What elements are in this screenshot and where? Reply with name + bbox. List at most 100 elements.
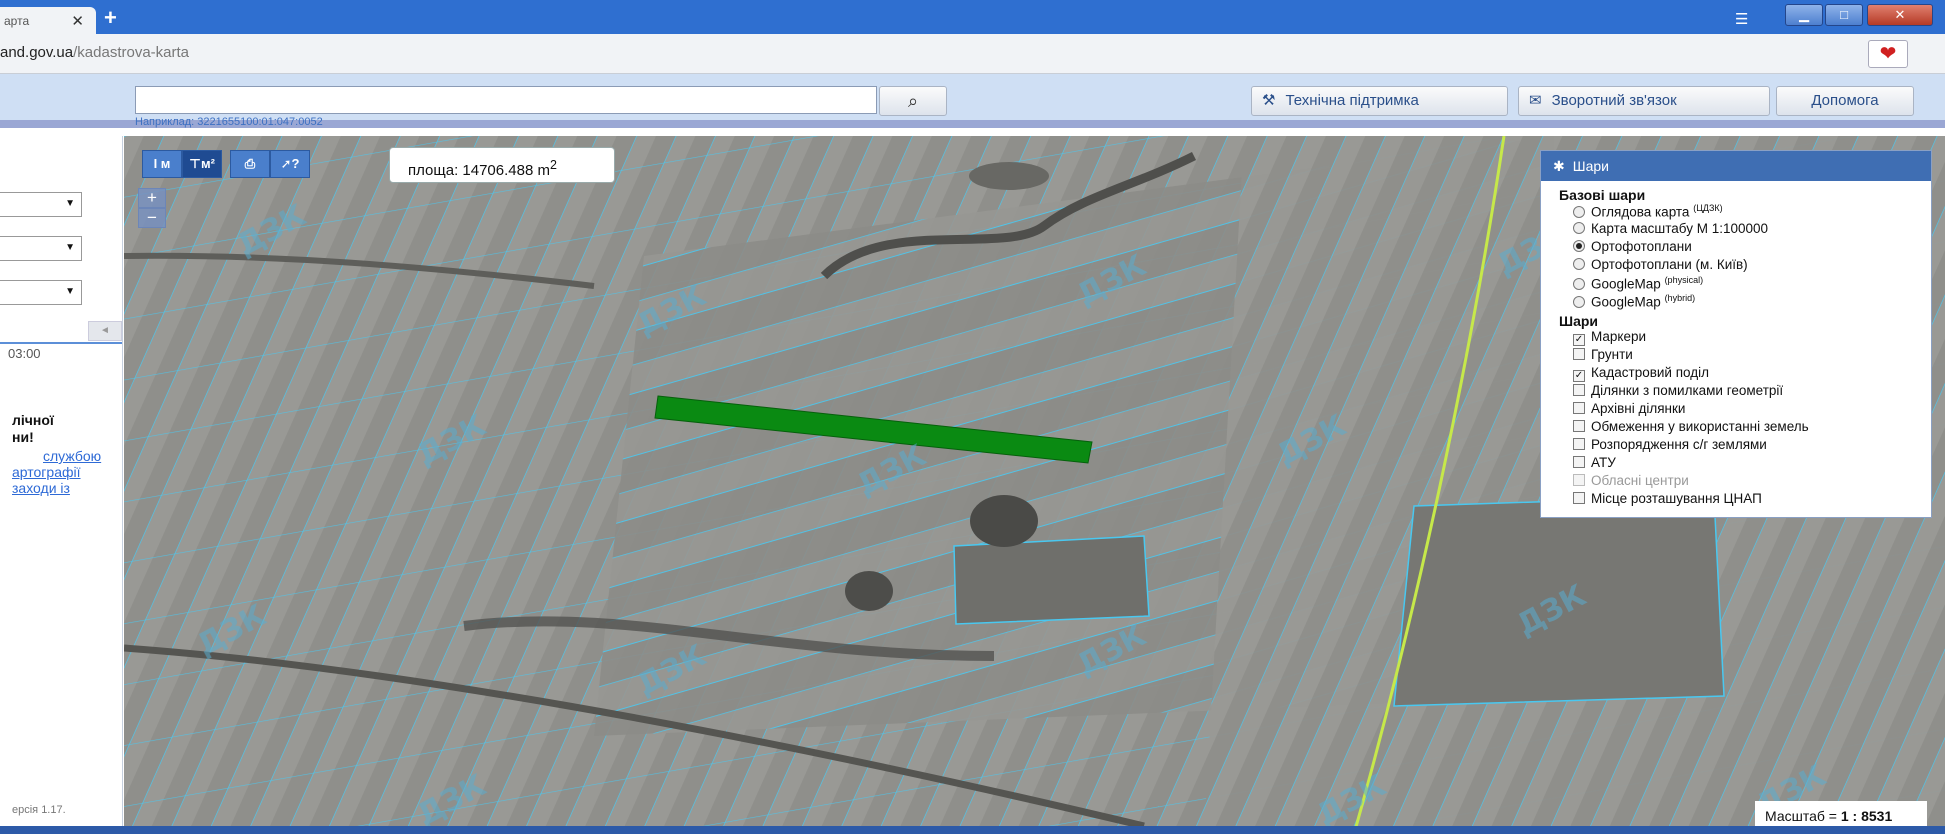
base-layers-list: Оглядова карта (ЦДЗК) Карта масштабу М 1:… bbox=[1541, 203, 1931, 311]
base-layer-note: (hybrid) bbox=[1664, 293, 1696, 303]
overlay-layer-label: Архівні ділянки bbox=[1591, 401, 1686, 416]
checkbox-checked[interactable]: ✓ bbox=[1573, 370, 1585, 382]
print-icon[interactable]: ⎙ bbox=[230, 150, 270, 178]
base-layer-note: (ЦДЗК) bbox=[1693, 203, 1723, 213]
measure-distance-button[interactable]: I м bbox=[142, 150, 182, 178]
checkbox[interactable] bbox=[1573, 348, 1585, 360]
overlay-layer-option[interactable]: АТУ bbox=[1573, 455, 1931, 473]
notice-link-1[interactable]: службою bbox=[43, 448, 101, 464]
address-bar[interactable]: and.gov.ua/kadastrova-karta ❤ bbox=[0, 34, 1945, 74]
maximize-button[interactable]: □ bbox=[1825, 4, 1863, 26]
overlay-layer-option: Обласні центри bbox=[1573, 473, 1931, 491]
checkbox[interactable] bbox=[1573, 384, 1585, 396]
search-icon: ⌕ bbox=[907, 91, 919, 111]
base-layer-option[interactable]: GoogleMap (physical) bbox=[1573, 275, 1931, 293]
overlay-layer-option[interactable]: Архівні ділянки bbox=[1573, 401, 1931, 419]
tech-support-label: Технічна підтримка bbox=[1285, 92, 1419, 109]
base-layer-note: (physical) bbox=[1664, 275, 1704, 285]
base-layer-option[interactable]: Карта масштабу М 1:100000 bbox=[1573, 221, 1931, 239]
feedback-button[interactable]: ✉ Зворотний зв'язок bbox=[1518, 86, 1770, 116]
chevron-down-icon: ▼ bbox=[65, 198, 75, 209]
overlay-layers-title: Шари bbox=[1559, 313, 1599, 329]
tab-close-icon[interactable]: ✕ bbox=[71, 12, 84, 30]
overlay-layers-list: ✓ Маркери Грунти ✓ Кадастровий поділ Ділянки … bbox=[1541, 329, 1931, 509]
checkbox[interactable] bbox=[1573, 438, 1585, 450]
version-text: ерсія 1.17. bbox=[12, 804, 66, 816]
collapse-panel-button[interactable]: ◄ bbox=[88, 321, 122, 341]
close-button[interactable]: ✕ bbox=[1867, 4, 1933, 26]
chevron-down-icon: ▼ bbox=[65, 242, 75, 253]
base-layer-option[interactable]: Оглядова карта (ЦДЗК) bbox=[1573, 203, 1931, 221]
checkbox[interactable] bbox=[1573, 456, 1585, 468]
radio-button[interactable] bbox=[1573, 295, 1585, 308]
new-tab-button[interactable]: + bbox=[104, 5, 117, 31]
gear-icon: ✱ bbox=[1553, 158, 1565, 174]
notice-link-2[interactable]: артографії bbox=[12, 464, 81, 480]
layers-header[interactable]: ✱ Шари bbox=[1541, 151, 1931, 181]
url-text[interactable]: and.gov.ua/kadastrova-karta bbox=[0, 44, 189, 61]
overlay-layer-option[interactable]: Грунти bbox=[1573, 347, 1931, 365]
dropdown-district[interactable]: ▼ bbox=[0, 236, 82, 261]
checkbox[interactable] bbox=[1573, 402, 1585, 414]
left-panel: ▼ ▼ ▼ ◄ 03:00 лічної ни! службою артогра… bbox=[0, 136, 123, 834]
radio-button[interactable] bbox=[1573, 240, 1585, 252]
url-path: /kadastrova-karta bbox=[73, 44, 190, 61]
zoom-out-button[interactable]: − bbox=[138, 208, 166, 228]
checkbox[interactable] bbox=[1573, 492, 1585, 504]
layers-panel: ✱ Шари Базові шари Оглядова карта (ЦДЗК) К… bbox=[1540, 150, 1932, 518]
measure-area-button[interactable]: ⊤м² bbox=[182, 150, 222, 178]
browser-tab-bar: арта ✕ + ☰ ▁ □ ✕ bbox=[0, 0, 1945, 34]
radio-button[interactable] bbox=[1573, 205, 1585, 218]
tab-title: арта bbox=[4, 14, 30, 28]
heart-icon[interactable]: ❤ bbox=[1868, 40, 1908, 68]
menu-icon[interactable]: ☰ bbox=[1735, 10, 1748, 28]
search-hint: Наприклад: 3221655100:01:047:0052 bbox=[135, 116, 323, 128]
checkbox[interactable] bbox=[1573, 420, 1585, 432]
help-button[interactable]: Допомога bbox=[1776, 86, 1914, 116]
overlay-layer-label: Грунти bbox=[1591, 347, 1633, 362]
overlay-layer-label: Маркери bbox=[1591, 329, 1647, 344]
overlay-layer-label: Розпорядження с/г землями bbox=[1591, 437, 1767, 452]
radio-button[interactable] bbox=[1573, 258, 1585, 270]
overlay-layer-option[interactable]: Розпорядження с/г землями bbox=[1573, 437, 1931, 455]
feedback-label: Зворотний зв'язок bbox=[1551, 92, 1677, 109]
search-button[interactable]: ⌕ bbox=[879, 86, 947, 116]
base-layer-label: Карта масштабу М 1:100000 bbox=[1591, 221, 1769, 236]
overlay-layer-label: Ділянки з помилками геометрії bbox=[1591, 383, 1784, 398]
overlay-layer-label: Місце розташування ЦНАП bbox=[1591, 491, 1762, 506]
base-layer-option[interactable]: Ортофотоплани bbox=[1573, 239, 1931, 257]
checkbox-checked[interactable]: ✓ bbox=[1573, 334, 1585, 346]
browser-tab[interactable]: арта ✕ bbox=[0, 7, 96, 34]
area-readout: площа: 14706.488 m2 bbox=[389, 147, 615, 183]
notice-link-3[interactable]: заходи із bbox=[12, 480, 70, 496]
radio-button[interactable] bbox=[1573, 277, 1585, 290]
base-layer-label: GoogleMap bbox=[1591, 276, 1661, 292]
base-layer-label: Ортофотоплани (м. Київ) bbox=[1591, 257, 1748, 272]
scale-label: Масштаб = bbox=[1765, 808, 1841, 824]
overlay-layer-option[interactable]: Обмеження у використанні земель bbox=[1573, 419, 1931, 437]
base-layer-option[interactable]: Ортофотоплани (м. Київ) bbox=[1573, 257, 1931, 275]
overlay-layer-label: Обмеження у використанні земель bbox=[1591, 419, 1809, 434]
base-layer-label: GoogleMap bbox=[1591, 294, 1661, 310]
overlay-layer-label: АТУ bbox=[1591, 455, 1616, 470]
cadastral-map[interactable]: ДЗК ДЗК ДЗК ДЗК ДЗК ДЗК ДЗК ДЗК ДЗК ДЗК … bbox=[124, 136, 1945, 834]
minimize-button[interactable]: ▁ bbox=[1785, 4, 1823, 26]
dropdown-council[interactable]: ▼ bbox=[0, 280, 82, 305]
trees bbox=[845, 571, 893, 611]
overlay-layer-option[interactable]: ✓ Маркери bbox=[1573, 329, 1931, 347]
layers-title: Шари bbox=[1572, 158, 1609, 174]
base-layer-label: Оглядова карта bbox=[1591, 204, 1690, 220]
info-cursor-icon[interactable]: ➚? bbox=[270, 150, 310, 178]
tech-support-button[interactable]: ⚒ Технічна підтримка bbox=[1251, 86, 1508, 116]
checkbox bbox=[1573, 474, 1585, 486]
overlay-layer-option[interactable]: Місце розташування ЦНАП bbox=[1573, 491, 1931, 509]
zoom-control: + − bbox=[138, 188, 166, 228]
dropdown-region[interactable]: ▼ bbox=[0, 192, 82, 217]
search-input[interactable] bbox=[135, 86, 877, 114]
base-layer-option[interactable]: GoogleMap (hybrid) bbox=[1573, 293, 1931, 311]
radio-button[interactable] bbox=[1573, 222, 1585, 234]
overlay-layer-option[interactable]: ✓ Кадастровий поділ bbox=[1573, 365, 1931, 383]
zoom-in-button[interactable]: + bbox=[138, 188, 166, 208]
overlay-layer-label: Кадастровий поділ bbox=[1591, 365, 1709, 380]
overlay-layer-option[interactable]: Ділянки з помилками геометрії bbox=[1573, 383, 1931, 401]
